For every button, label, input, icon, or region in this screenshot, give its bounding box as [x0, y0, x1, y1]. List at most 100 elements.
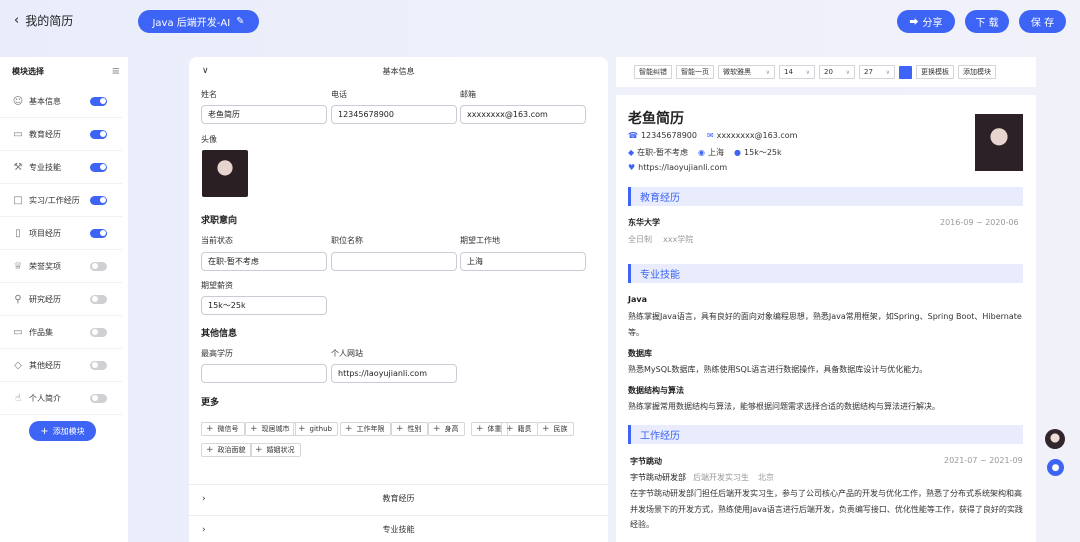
accent-color-swatch[interactable]	[899, 65, 912, 79]
sidebar-module-label: 作品集	[29, 327, 53, 337]
position-input[interactable]	[331, 252, 457, 271]
smart-fix-button[interactable]: 智能纠错	[634, 65, 672, 79]
module-toggle[interactable]	[90, 393, 107, 403]
share-icon: ⮕	[909, 18, 919, 28]
save-button[interactable]: 保 存	[1019, 10, 1066, 33]
add-field-tag[interactable]: + 婚姻状况	[250, 443, 301, 457]
font-size-select[interactable]: 14 ∨	[779, 65, 815, 79]
education-college: xxx学院	[663, 235, 694, 244]
editor-panel: ∨ 基本信息 姓名 电话 邮箱 老鱼简历 12345678900 xxxxxxx…	[189, 57, 608, 542]
collapse-menu-icon[interactable]: ≡	[112, 66, 120, 77]
back-button[interactable]: ‹ 我的简历	[14, 12, 73, 29]
toolbar-add-module-label: 添加模块	[963, 68, 991, 76]
module-toggle[interactable]	[90, 327, 107, 337]
add-field-tag[interactable]: + 现居城市	[245, 422, 296, 436]
degree-input[interactable]	[201, 364, 327, 383]
share-label: 分享	[922, 18, 943, 29]
phone-input[interactable]: 12345678900	[331, 105, 457, 124]
salary-label: 期望薪资	[201, 281, 233, 290]
sidebar-module-item[interactable]: ⚒ 专业技能	[0, 151, 122, 184]
add-field-tag[interactable]: + 民族	[537, 422, 574, 436]
toolbar-add-module-button[interactable]: 添加模块	[958, 65, 996, 79]
tag-label: github	[309, 425, 332, 433]
resume-title-button[interactable]: Java 后端开发-AI ✎	[138, 10, 259, 33]
font-select[interactable]: 微软雅黑 ∨	[718, 65, 775, 79]
line-height-select[interactable]: 20 ∨	[819, 65, 855, 79]
chevron-left-icon: ‹	[14, 13, 20, 28]
skill-description: 熟练掌握Java语言，具有良好的面向对象编程思想，熟悉Java常用框架，如Spr…	[628, 312, 1022, 337]
laptop-icon: □	[13, 194, 23, 206]
sidebar-module-label: 个人简介	[29, 393, 61, 403]
add-field-tag[interactable]: + 身高	[428, 422, 465, 436]
city-input[interactable]: 上海	[460, 252, 586, 271]
sidebar-module-item[interactable]: ☝ 个人简介	[0, 382, 122, 415]
skills-section-header[interactable]: › 专业技能	[189, 515, 608, 542]
status-input[interactable]: 在职-暂不考虑	[201, 252, 327, 271]
add-field-tag[interactable]: + 政治面貌	[201, 443, 252, 457]
sidebar-module-item[interactable]: ▭ 教育经历	[0, 118, 122, 151]
chevron-down-icon: ∨	[805, 68, 810, 76]
add-module-button[interactable]: + 添加模块	[29, 421, 96, 441]
plus-icon: +	[206, 424, 214, 434]
module-toggle[interactable]	[90, 96, 107, 106]
module-toggle[interactable]	[90, 195, 107, 205]
add-field-tag[interactable]: + 工作年限	[340, 422, 391, 436]
salary-input[interactable]: 15k～25k	[201, 296, 327, 315]
download-button[interactable]: 下 载	[965, 10, 1009, 33]
trophy-icon: ♕	[13, 260, 23, 272]
resume-phone: 12345678900	[640, 131, 697, 140]
sidebar-module-item[interactable]: ♕ 荣誉奖项	[0, 250, 122, 283]
position-label: 职位名称	[331, 236, 363, 245]
module-toggle[interactable]	[90, 261, 107, 271]
work-band: 工作经历	[628, 425, 1023, 444]
sidebar-module-item[interactable]: □ 实习/工作经历	[0, 184, 122, 217]
avatar-image[interactable]	[202, 150, 248, 197]
add-field-tag[interactable]: + 性别	[391, 422, 428, 436]
sidebar-module-item[interactable]: ▯ 项目经历	[0, 217, 122, 250]
chevron-right-icon: ›	[202, 493, 206, 504]
monitor-icon: ▭	[13, 326, 23, 338]
sidebar-module-item[interactable]: ☺ 基本信息	[0, 85, 122, 118]
module-sidebar-title: 模块选择	[12, 66, 44, 76]
name-input[interactable]: 老鱼简历	[201, 105, 327, 124]
add-field-tag[interactable]: + 籍贯	[501, 422, 538, 436]
margin-value: 27	[864, 68, 873, 76]
plus-icon: +	[396, 424, 404, 434]
wrench-icon: ⚒	[13, 161, 23, 173]
tag-label: 现居城市	[261, 425, 290, 433]
tag-label: 微信号	[217, 425, 239, 433]
module-toggle[interactable]	[90, 228, 107, 238]
edit-icon: ✎	[236, 16, 245, 27]
tag-label: 身高	[444, 425, 459, 433]
education-section-header[interactable]: › 教育经历	[189, 484, 608, 512]
avatar-label: 头像	[201, 135, 217, 144]
change-template-button[interactable]: 更换模板	[916, 65, 954, 79]
module-sidebar-header: 模块选择 ≡	[0, 57, 128, 85]
skill-name: Java	[628, 295, 647, 304]
sidebar-module-label: 研究经历	[29, 294, 61, 304]
format-toolbar: 智能纠错 智能一页 微软雅黑 ∨ 14 ∨ 20 ∨ 27 ∨ 更换模板 添加模块	[616, 57, 1036, 87]
module-toggle[interactable]	[90, 360, 107, 370]
smart-page-button[interactable]: 智能一页	[676, 65, 714, 79]
margin-select[interactable]: 27 ∨	[859, 65, 895, 79]
work-dates: 2021-07 ~ 2021-09	[944, 456, 1023, 465]
add-field-tag[interactable]: + 微信号	[201, 422, 245, 436]
sidebar-module-item[interactable]: ◇ 其他经历	[0, 349, 122, 382]
sidebar-module-item[interactable]: ▭ 作品集	[0, 316, 122, 349]
more-title: 更多	[201, 398, 220, 408]
save-label: 保 存	[1030, 18, 1055, 29]
share-button[interactable]: ⮕ 分享	[897, 10, 955, 33]
contact-line-3: ♥ https://laoyujianli.com	[628, 163, 727, 172]
skill-name: 数据结构与算法	[628, 386, 684, 395]
module-toggle[interactable]	[90, 129, 107, 139]
lightbulb-icon[interactable]: ●	[1047, 459, 1064, 476]
email-input[interactable]: xxxxxxxx@163.com	[460, 105, 586, 124]
assistant-avatar-button[interactable]	[1045, 429, 1065, 449]
sidebar-module-item[interactable]: ⚲ 研究经历	[0, 283, 122, 316]
resume-city: 上海	[708, 148, 725, 157]
site-input[interactable]: https://laoyujianli.com	[331, 364, 457, 383]
basic-info-section-header[interactable]: ∨ 基本信息	[189, 57, 608, 85]
module-toggle[interactable]	[90, 162, 107, 172]
add-field-tag[interactable]: + github	[293, 422, 338, 436]
module-toggle[interactable]	[90, 294, 107, 304]
